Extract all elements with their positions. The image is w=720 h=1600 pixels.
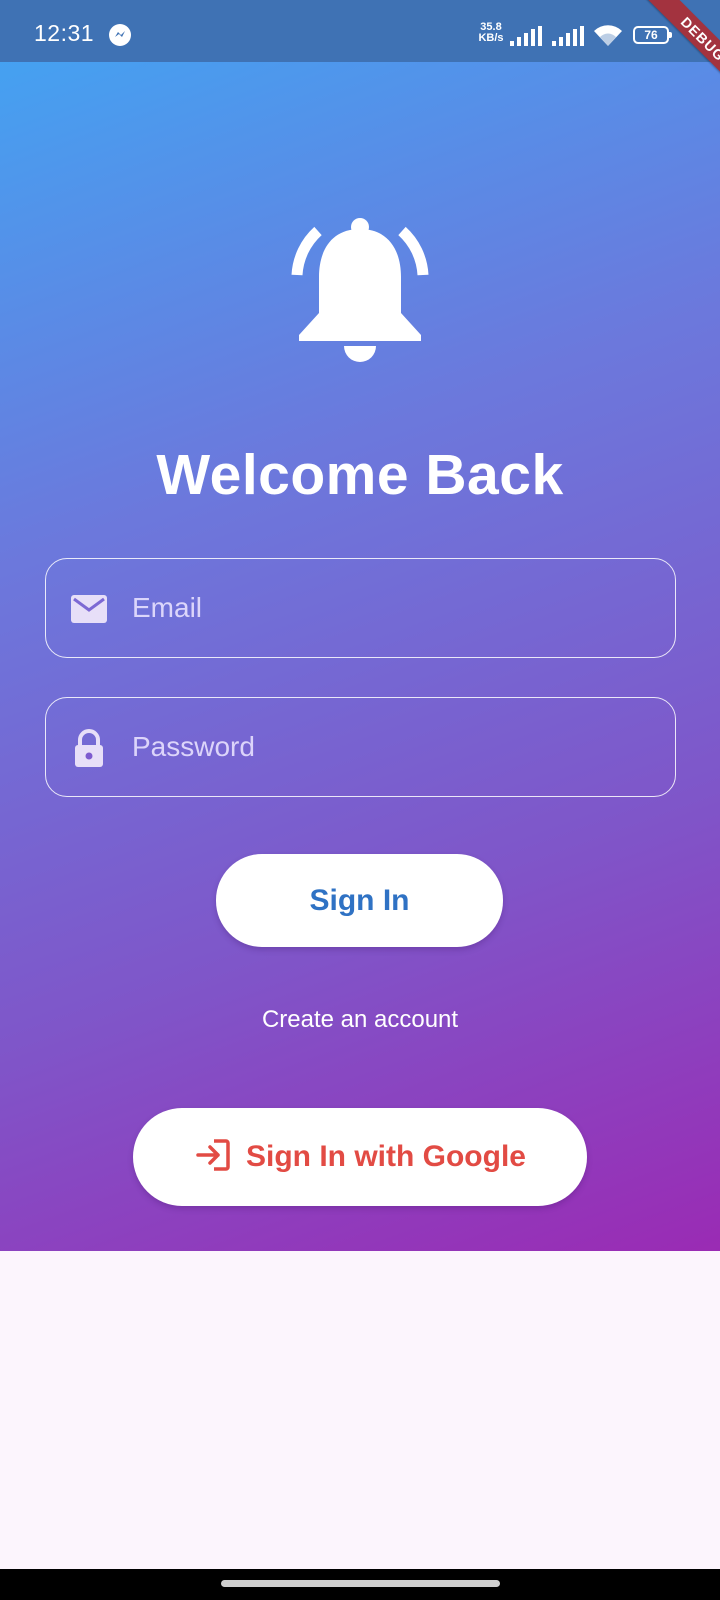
- signal-icon: [510, 26, 542, 46]
- wifi-icon: [594, 25, 622, 46]
- bell-icon: [291, 218, 429, 362]
- login-icon: [196, 1139, 230, 1171]
- hero-panel: Welcome Back Sign In Create an account S…: [0, 62, 720, 1251]
- network-speed-unit: KB/s: [478, 32, 504, 44]
- email-input[interactable]: [132, 559, 652, 657]
- home-indicator[interactable]: [221, 1580, 500, 1587]
- bottom-area: [0, 1251, 720, 1569]
- status-bar: 12:31 35.8 KB/s 76: [0, 0, 720, 62]
- password-field[interactable]: [45, 697, 676, 797]
- battery-indicator: 76: [633, 26, 672, 44]
- google-sign-in-button[interactable]: Sign In with Google: [133, 1108, 587, 1206]
- status-time: 12:31: [34, 20, 95, 46]
- password-input[interactable]: [132, 698, 652, 796]
- welcome-title: Welcome Back: [156, 443, 564, 507]
- create-account-link[interactable]: Create an account: [0, 1006, 720, 1034]
- lock-icon: [75, 729, 103, 767]
- signal-icon: [552, 26, 584, 46]
- messenger-icon: [109, 24, 131, 46]
- email-field[interactable]: [45, 558, 676, 658]
- mail-icon: [71, 595, 107, 623]
- sign-in-button[interactable]: Sign In: [216, 854, 503, 947]
- google-sign-in-label: Sign In with Google: [246, 1140, 526, 1173]
- network-speed: 35.8 KB/s: [474, 22, 508, 44]
- navigation-bar: [0, 1569, 720, 1600]
